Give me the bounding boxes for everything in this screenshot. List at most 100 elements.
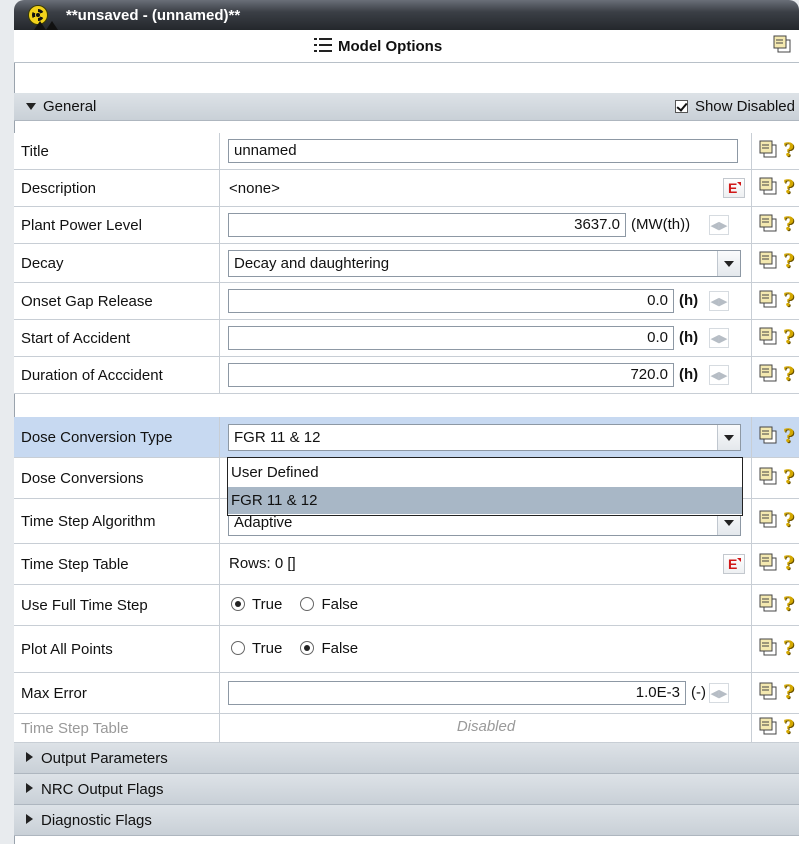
radio-label: False [321,596,359,613]
copy-icon[interactable] [759,364,779,384]
help-icon[interactable]: ? [783,250,794,272]
section-nrc-output-flags[interactable]: NRC Output Flags [14,774,799,805]
spinner-icon[interactable]: ◀▶ [709,365,729,385]
title-input[interactable]: unnamed [228,139,738,163]
window-titlebar: **unsaved - (unnamed)** [14,0,799,30]
radio-label: True [252,640,283,657]
help-icon[interactable]: ? [783,552,794,574]
spinner-icon[interactable]: ◀▶ [709,291,729,311]
time-step-table-value: Rows: 0 [] [229,555,296,572]
unit-label: (h) [679,366,699,383]
radio-true[interactable]: True [231,640,282,657]
copy-icon[interactable] [759,214,779,234]
row-label: Duration of Acccident [14,357,220,393]
copy-icon[interactable] [759,426,779,446]
unit-label: (MW(th)) [631,216,691,233]
spinner-icon[interactable]: ◀▶ [709,683,729,703]
row-plant-power-level: Plant Power Level 3637.0 (MW(th)) ◀▶ ? [14,207,799,244]
help-icon[interactable]: ? [783,466,794,488]
row-onset-gap-release: Onset Gap Release 0.0 (h) ◀▶ ? [14,283,799,320]
copy-icon[interactable] [759,290,779,310]
row-label: Dose Conversion Type [14,417,220,457]
copy-icon[interactable] [759,177,779,197]
row-duration-of-accident: Duration of Acccident 720.0 (h) ◀▶ ? [14,357,799,394]
row-use-full-time-step: Use Full Time Step True False ? [14,585,799,626]
expand-arrow-icon[interactable] [46,21,58,30]
radio-false[interactable]: False [300,596,358,613]
help-icon[interactable]: ? [783,681,794,703]
panel-header: Model Options [14,30,799,63]
row-label: Dose Conversions [14,458,220,498]
copy-icon[interactable] [759,510,779,530]
spinner-icon[interactable]: ◀▶ [709,328,729,348]
copy-icon[interactable] [759,553,779,573]
section-output-parameters[interactable]: Output Parameters [14,743,799,774]
copy-icon[interactable] [773,35,793,55]
help-icon[interactable]: ? [783,139,794,161]
copy-icon[interactable] [759,682,779,702]
checkbox-icon[interactable] [674,100,688,113]
copy-icon[interactable] [759,251,779,271]
edit-icon: E [728,556,738,572]
decay-select[interactable]: Decay and daughtering [228,250,741,277]
copy-icon[interactable] [759,467,779,487]
help-icon[interactable]: ? [783,425,794,447]
help-icon[interactable]: ? [783,213,794,235]
radio-selected-icon[interactable] [300,641,315,655]
unit-label: (h) [679,329,699,346]
row-label: Description [14,170,220,206]
duration-accident-input[interactable]: 720.0 [228,363,674,387]
list-icon [314,38,332,52]
dropdown-option-fgr-11-12[interactable]: FGR 11 & 12 [228,487,742,514]
radio-true[interactable]: True [231,596,282,613]
expand-arrow-icon[interactable] [34,21,46,30]
row-label: Plant Power Level [14,207,220,243]
section-general[interactable]: General Show Disabled [14,93,799,121]
onset-gap-input[interactable]: 0.0 [228,289,674,313]
row-title: Title unnamed ? [14,133,799,170]
plant-power-input[interactable]: 3637.0 [228,213,626,237]
row-label: Time Step Table [14,544,220,584]
show-disabled-toggle[interactable]: Show Disabled [674,98,795,115]
help-icon[interactable]: ? [783,593,794,615]
row-decay: Decay Decay and daughtering ? [14,244,799,283]
max-error-input[interactable]: 1.0E-3 [228,681,686,705]
row-label: Use Full Time Step [14,585,220,625]
panel-title-text: Model Options [338,38,443,55]
dropdown-arrow-icon[interactable] [717,425,740,450]
show-disabled-label: Show Disabled [694,98,795,115]
radio-label: True [252,596,283,613]
radio-false[interactable]: False [300,640,358,657]
help-icon[interactable]: ? [783,637,794,659]
help-icon[interactable]: ? [783,716,794,738]
help-icon[interactable]: ? [783,363,794,385]
decay-select-value: Decay and daughtering [234,255,390,272]
dropdown-option-user-defined[interactable]: User Defined [228,459,742,486]
row-description: Description <none> E ? [14,170,799,207]
radio-unselected-icon[interactable] [300,597,315,611]
copy-icon[interactable] [759,140,779,160]
radio-label: False [321,640,359,657]
help-icon[interactable]: ? [783,176,794,198]
section-label: Output Parameters [41,750,168,767]
copy-icon[interactable] [759,594,779,614]
start-accident-input[interactable]: 0.0 [228,326,674,350]
section-diagnostic-flags[interactable]: Diagnostic Flags [14,805,799,836]
spinner-icon[interactable]: ◀▶ [709,215,729,235]
dose-conversion-type-dropdown: User Defined FGR 11 & 12 [227,457,743,516]
edit-button[interactable]: E [723,554,745,574]
unit-label: (-) [691,684,706,701]
edit-button[interactable]: E [723,178,745,198]
row-max-error: Max Error 1.0E-3 (-) ◀▶ ? [14,673,799,714]
copy-icon[interactable] [759,717,779,737]
help-icon[interactable]: ? [783,509,794,531]
row-label: Title [14,133,220,169]
dropdown-arrow-icon[interactable] [717,251,740,276]
help-icon[interactable]: ? [783,326,794,348]
radio-selected-icon[interactable] [231,597,245,611]
radio-unselected-icon[interactable] [231,641,245,655]
help-icon[interactable]: ? [783,289,794,311]
copy-icon[interactable] [759,327,779,347]
copy-icon[interactable] [759,638,779,658]
dose-conversion-type-select[interactable]: FGR 11 & 12 [228,424,741,451]
